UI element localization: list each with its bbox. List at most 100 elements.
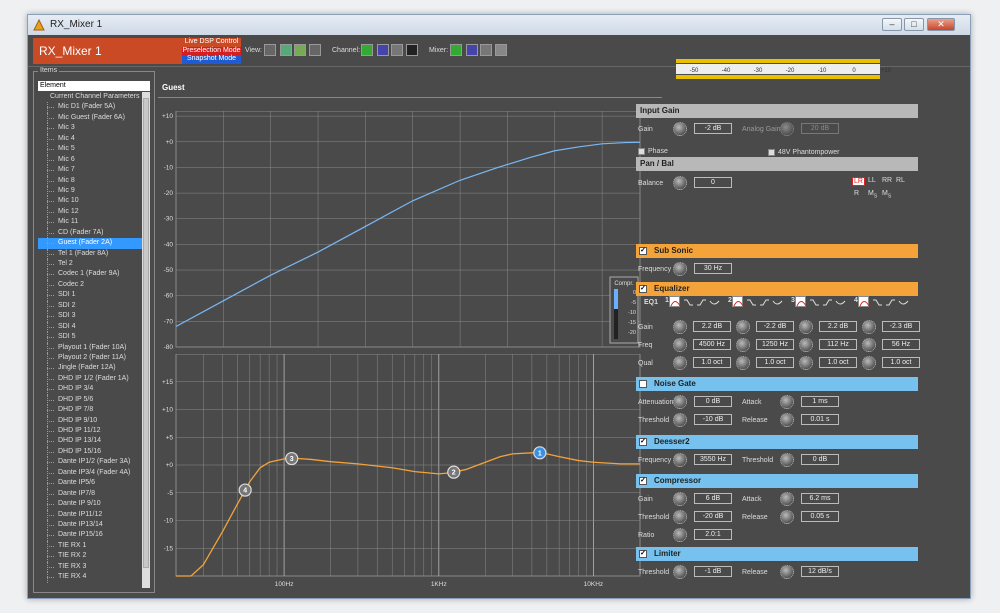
tree-item[interactable]: Mic Guest (Fader 6A) [38,112,142,124]
phantom-checkbox[interactable] [768,149,775,156]
tree-item[interactable]: Mic 3 [38,123,142,135]
mixer-save-icon[interactable] [466,44,478,56]
noise-gate-header[interactable]: Noise Gate [636,377,918,391]
pan-mode-r[interactable]: R [854,190,859,197]
eq-freq-value[interactable]: 56 Hz [882,339,920,350]
pan-mode-ms2[interactable]: MS [882,190,891,199]
gate-thr-value[interactable]: -10 dB [694,414,732,425]
deesser-freq-knob[interactable] [673,453,687,467]
eq-qual-knob[interactable] [673,356,687,370]
eq-band-type-icon[interactable] [682,296,693,307]
tree-item[interactable]: DHD IP 3/4 [38,384,142,396]
eq-band-type-icon[interactable] [771,296,783,307]
tree-item[interactable]: CD (Fader 7A) [38,227,142,239]
comp-thr-value[interactable]: -20 dB [694,511,732,522]
limiter-release-value[interactable]: 12 dB/s [801,566,839,577]
eq-band-marker[interactable]: 3 [285,451,299,466]
comp-gain-value[interactable]: 6 dB [694,493,732,504]
balance-value[interactable]: 0 [694,177,732,188]
pan-mode-ms1[interactable]: MS [868,190,877,199]
analog-gain-knob[interactable] [780,122,794,136]
pan-mode-rr[interactable]: RR [882,177,892,184]
tree-item[interactable]: DHD IP 15/16 [38,446,142,458]
tree-item[interactable]: Mic 8 [38,175,142,187]
eq-band-marker[interactable]: 2 [447,465,461,479]
gate-attack-knob[interactable] [780,395,794,409]
pan-mode-lr[interactable]: LR [852,177,865,186]
tree-item[interactable]: SDI 3 [38,311,142,323]
tree-item[interactable]: DHD IP 11/12 [38,426,142,437]
tree-item[interactable]: Codec 2 [38,279,142,291]
eq-band-type-icon[interactable] [884,296,895,307]
tree-item[interactable]: Dante IP3/4 (Fader 4A) [38,467,142,479]
subsonic-freq-value[interactable]: 30 Hz [694,263,732,274]
subsonic-header[interactable]: ✓ Sub Sonic [636,244,918,258]
gain-value[interactable]: -2 dB [694,123,732,134]
tree-item[interactable]: SDI 5 [38,332,142,343]
gate-release-value[interactable]: 0.01 s [801,414,839,425]
eq-band-type-icon[interactable] [821,296,832,307]
eq-qual-value[interactable]: 1.0 oct [756,357,794,368]
eq-qual-knob[interactable] [736,356,750,370]
tree-item[interactable]: TIE RX 3 [38,561,142,573]
channel-reset-icon[interactable] [406,44,418,56]
channel-load-icon[interactable] [361,44,373,56]
deesser-freq-value[interactable]: 3550 Hz [694,454,732,465]
eq-band-marker[interactable]: 4 [238,483,252,497]
tree-item[interactable]: Playout 1 (Fader 10A) [38,342,142,354]
eq-band-type-selected-icon[interactable] [669,296,681,307]
eq-qual-value[interactable]: 1.0 oct [693,357,731,368]
analog-gain-value[interactable]: 20 dB [801,123,839,134]
eq-gain-knob[interactable] [799,320,813,334]
eq-gain-value[interactable]: -2.3 dB [882,321,920,332]
items-scrollbar[interactable] [142,92,150,588]
eq-band-type-icon[interactable] [871,296,882,307]
mode-preselection[interactable]: Preselection Mode [182,46,241,56]
tree-item[interactable]: SDI 1 [38,290,142,302]
view-list-icon[interactable] [280,44,292,56]
limiter-thr-value[interactable]: -1 dB [694,566,732,577]
deesser-checkbox[interactable]: ✓ [639,438,647,446]
eq-qual-value[interactable]: 1.0 oct [882,357,920,368]
tree-item[interactable]: Mic 11 [38,217,142,229]
tree-item[interactable]: Dante IP1/2 (Fader 3A) [38,457,142,469]
deesser-header[interactable]: ✓ Deesser2 [636,435,918,449]
tree-item[interactable]: Mic 10 [38,196,142,208]
eq-gain-knob[interactable] [736,320,750,334]
gate-att-knob[interactable] [673,395,687,409]
eq-band-type-icon[interactable] [745,296,756,307]
eq-gain-value[interactable]: 2.2 dB [819,321,857,332]
tree-item[interactable]: Dante IP11/12 [38,509,142,521]
equalizer-checkbox[interactable]: ✓ [639,285,647,293]
eq-gain-value[interactable]: 2.2 dB [693,321,731,332]
eq-qual-knob[interactable] [862,356,876,370]
eq-band-type-selected-icon[interactable] [732,296,744,307]
dynamics-chart[interactable]: -80-70-60-50-40-30-20-10+0+10+10+0-10-20… [158,111,646,351]
maximize-button[interactable]: □ [904,18,924,31]
tree-item[interactable]: Jingle (Fader 12A) [38,363,142,375]
compressor-checkbox[interactable]: ✓ [639,477,647,485]
eq-qual-knob[interactable] [799,356,813,370]
tree-item[interactable]: TIE RX 2 [38,551,142,563]
gate-att-value[interactable]: 0 dB [694,396,732,407]
comp-release-value[interactable]: 0.05 s [801,511,839,522]
tree-item[interactable]: DHD IP 13/14 [38,436,142,448]
eq-freq-value[interactable]: 112 Hz [819,339,857,350]
tree-item[interactable]: Dante IP5/6 [38,478,142,490]
phase-checkbox[interactable] [638,148,645,155]
eq-band-type-icon[interactable] [834,296,846,307]
eq-freq-knob[interactable] [799,338,813,352]
tree-item[interactable]: DHD IP 1/2 (Fader 1A) [38,373,142,385]
view-table-icon[interactable] [294,44,306,56]
gain-knob[interactable] [673,122,687,136]
tree-item[interactable]: Dante IP 9/10 [38,499,142,510]
pan-mode-rl[interactable]: RL [896,177,905,184]
comp-ratio-value[interactable]: 2.0:1 [694,529,732,540]
eq-qual-value[interactable]: 1.0 oct [819,357,857,368]
tree-item[interactable]: Mic D1 (Fader 5A) [38,102,142,114]
eq-gain-value[interactable]: -2.2 dB [756,321,794,332]
tree-item[interactable]: TIE RX 4 [38,572,142,584]
eq-band-type-icon[interactable] [708,296,720,307]
gate-release-knob[interactable] [780,413,794,427]
eq-band-type-icon[interactable] [695,296,706,307]
